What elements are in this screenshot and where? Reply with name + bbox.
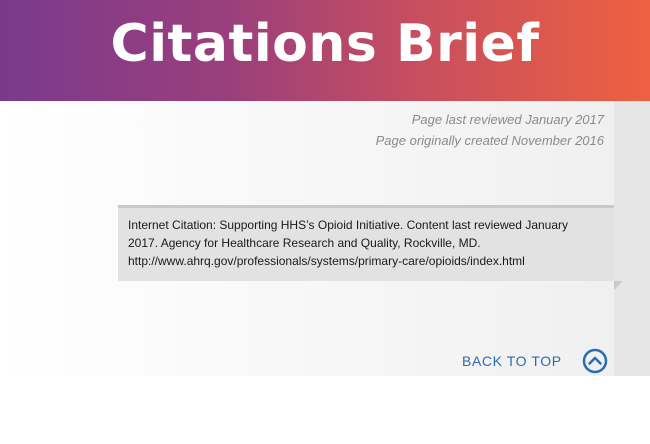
page-title: Citations Brief <box>110 14 540 74</box>
back-to-top-link[interactable]: BACK TO TOP <box>462 348 608 374</box>
citation-line: Internet Citation: Supporting HHS’s Opio… <box>128 218 569 232</box>
chevron-up-circle-icon[interactable] <box>582 348 608 374</box>
originally-created-text: Page originally created November 2016 <box>375 133 604 148</box>
citation-url: http://www.ahrq.gov/professionals/system… <box>128 254 525 268</box>
citation-box-tail <box>614 281 623 290</box>
citation-line: 2017. Agency for Healthcare Research and… <box>128 236 481 250</box>
back-to-top-label[interactable]: BACK TO TOP <box>462 353 562 369</box>
citation-box: Internet Citation: Supporting HHS’s Opio… <box>118 205 614 281</box>
last-reviewed-text: Page last reviewed January 2017 <box>411 112 604 127</box>
header-banner: Citations Brief <box>0 0 650 101</box>
right-gutter <box>614 101 650 376</box>
